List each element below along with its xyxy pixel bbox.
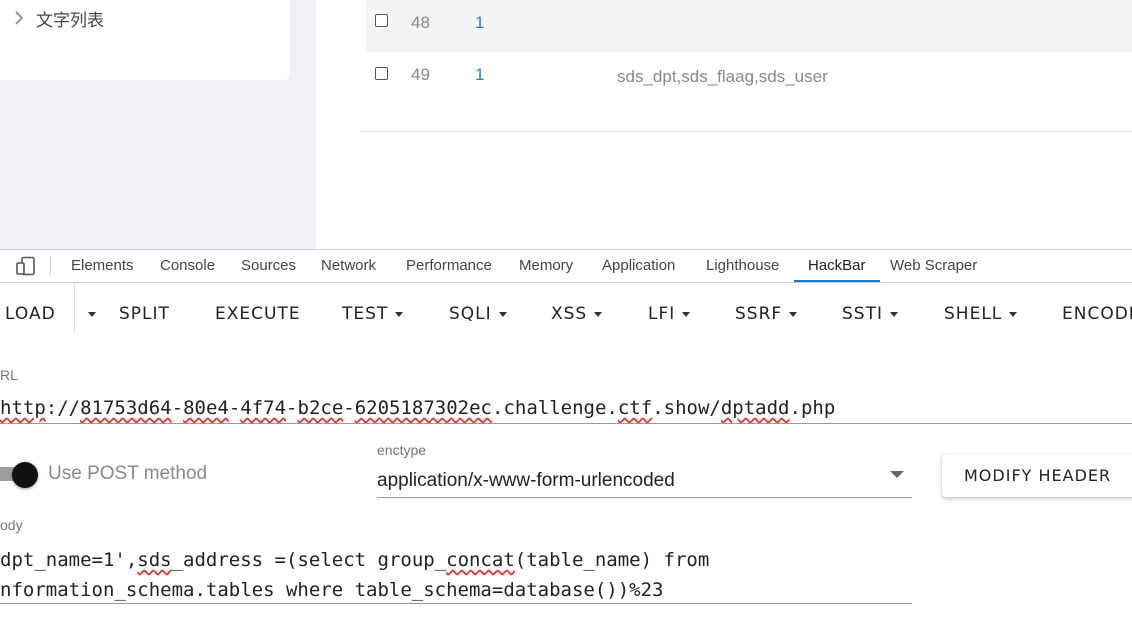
divider: [360, 131, 1132, 132]
url-segment: -: [228, 397, 241, 419]
url-segment: php: [800, 397, 836, 419]
row-checkbox[interactable]: [375, 14, 388, 27]
caret-down-icon: [789, 311, 798, 317]
sqli-label: SQLI: [449, 304, 492, 324]
xss-label: XSS: [551, 304, 588, 324]
caret-down-icon: [889, 311, 898, 317]
caret-down-icon: [594, 311, 603, 317]
execute-button[interactable]: EXECUTE: [215, 303, 301, 325]
tab-application[interactable]: Application: [588, 250, 689, 282]
lfi-menu-button[interactable]: LFI: [648, 303, 691, 325]
body-text: sds: [137, 549, 172, 571]
sidebar-item-label: 文字列表: [36, 10, 104, 30]
tab-elements[interactable]: Elements: [57, 250, 148, 282]
post-method-label: Use POST method: [48, 463, 208, 484]
caret-down-icon: [88, 311, 96, 317]
post-method-toggle[interactable]: [0, 462, 40, 488]
sidebar-item-text-list[interactable]: 文字列表: [14, 6, 104, 30]
url-segment: -: [286, 397, 298, 419]
tab-web-scraper[interactable]: Web Scraper: [876, 250, 991, 282]
caret-down-icon: [1009, 311, 1018, 317]
url-input[interactable]: http://81753d64-80e4-4f74-b2ce-620518730…: [0, 397, 835, 419]
url-segment: .: [652, 397, 664, 419]
encoding-menu-button[interactable]: ENCODI: [1062, 303, 1132, 325]
body-textarea[interactable]: dpt_name=1',sds_address =(select group_c…: [0, 545, 709, 605]
body-text: concat: [446, 549, 515, 571]
url-segment: .: [492, 397, 504, 419]
url-segment: .: [606, 397, 618, 419]
body-text: nformation_schema.tables where table_sch…: [0, 579, 664, 601]
page-content: 文字列表 48 1 49 1 sds_dpt,sds_flaag,sds_use…: [0, 0, 1132, 249]
lfi-label: LFI: [648, 304, 676, 324]
url-underline: [0, 423, 1132, 424]
shell-menu-button[interactable]: SHELL: [944, 303, 1018, 325]
xss-menu-button[interactable]: XSS: [551, 303, 603, 325]
hackbar-toolbar: LOAD SPLIT EXECUTE TEST SQLI XSS LFI SSR…: [0, 283, 1132, 345]
body-text: dpt_name=1',: [0, 549, 138, 571]
url-segment: b2ce: [297, 397, 344, 419]
url-segment: 6205187302ec: [354, 397, 492, 419]
url-segment: challenge: [503, 397, 607, 419]
chevron-right-icon: [14, 11, 28, 25]
devtools-tab-bar: Elements Console Sources Network Perform…: [0, 249, 1132, 283]
body-label: ody: [0, 517, 23, 533]
url-segment: -: [171, 397, 184, 419]
tab-console[interactable]: Console: [146, 250, 229, 282]
tab-network[interactable]: Network: [307, 250, 390, 282]
enctype-underline: [377, 497, 912, 498]
url-segment: dptadd: [720, 397, 790, 419]
row-checkbox[interactable]: [375, 67, 388, 80]
tab-performance[interactable]: Performance: [392, 250, 506, 282]
modify-header-button[interactable]: MODIFY HEADER: [942, 454, 1132, 497]
test-menu-button[interactable]: TEST: [342, 303, 404, 325]
tab-lighthouse[interactable]: Lighthouse: [692, 250, 793, 282]
table-row: 49 1 sds_dpt,sds_flaag,sds_user: [366, 52, 1132, 105]
ssti-label: SSTI: [842, 304, 883, 324]
table-row: 48 1: [366, 0, 1132, 52]
url-segment: /: [709, 397, 721, 419]
ssti-menu-button[interactable]: SSTI: [842, 303, 898, 325]
url-segment: 80e4: [183, 397, 229, 419]
url-label: RL: [0, 367, 18, 383]
enctype-label: enctype: [377, 442, 427, 458]
url-segment: 81753d64: [80, 397, 172, 419]
url-segment: ://: [45, 397, 81, 419]
shell-label: SHELL: [944, 304, 1003, 324]
data-table: 48 1 49 1 sds_dpt,sds_flaag,sds_user: [316, 0, 1132, 249]
url-segment: -: [343, 397, 355, 419]
dropdown-arrow-icon[interactable]: [890, 471, 904, 478]
row-id: 48: [411, 13, 430, 32]
ssrf-menu-button[interactable]: SSRF: [735, 303, 798, 325]
tab-memory[interactable]: Memory: [505, 250, 587, 282]
enctype-select[interactable]: application/x-www-form-urlencoded: [377, 470, 675, 492]
caret-down-icon: [395, 311, 404, 317]
divider: [50, 257, 51, 275]
split-button[interactable]: SPLIT: [119, 303, 170, 325]
url-segment: show: [663, 397, 710, 419]
load-button[interactable]: LOAD: [5, 303, 56, 325]
row-id: 49: [411, 65, 430, 84]
test-label: TEST: [342, 304, 389, 324]
tab-sources[interactable]: Sources: [227, 250, 310, 282]
row-number[interactable]: 1: [475, 65, 484, 85]
url-segment: ctf: [617, 397, 653, 419]
divider: [74, 283, 75, 333]
body-underline: [0, 603, 912, 604]
tab-hackbar[interactable]: HackBar: [794, 250, 880, 282]
row-value: sds_dpt,sds_flaag,sds_user: [617, 67, 828, 86]
row-number[interactable]: 1: [475, 13, 484, 33]
ssrf-label: SSRF: [735, 304, 783, 324]
caret-down-icon: [498, 311, 507, 317]
load-dropdown-button[interactable]: [81, 303, 96, 325]
device-toolbar-icon[interactable]: [15, 256, 37, 276]
body-text: (table_name) from: [514, 549, 710, 571]
sidebar-card: 文字列表: [0, 0, 290, 80]
caret-down-icon: [682, 311, 691, 317]
body-text: _address =(select group_: [171, 549, 447, 571]
url-segment: 4f74: [240, 397, 287, 419]
toggle-thumb: [12, 462, 38, 488]
url-segment: .: [789, 397, 801, 419]
sqli-menu-button[interactable]: SQLI: [449, 303, 507, 325]
url-segment: http: [0, 397, 46, 419]
